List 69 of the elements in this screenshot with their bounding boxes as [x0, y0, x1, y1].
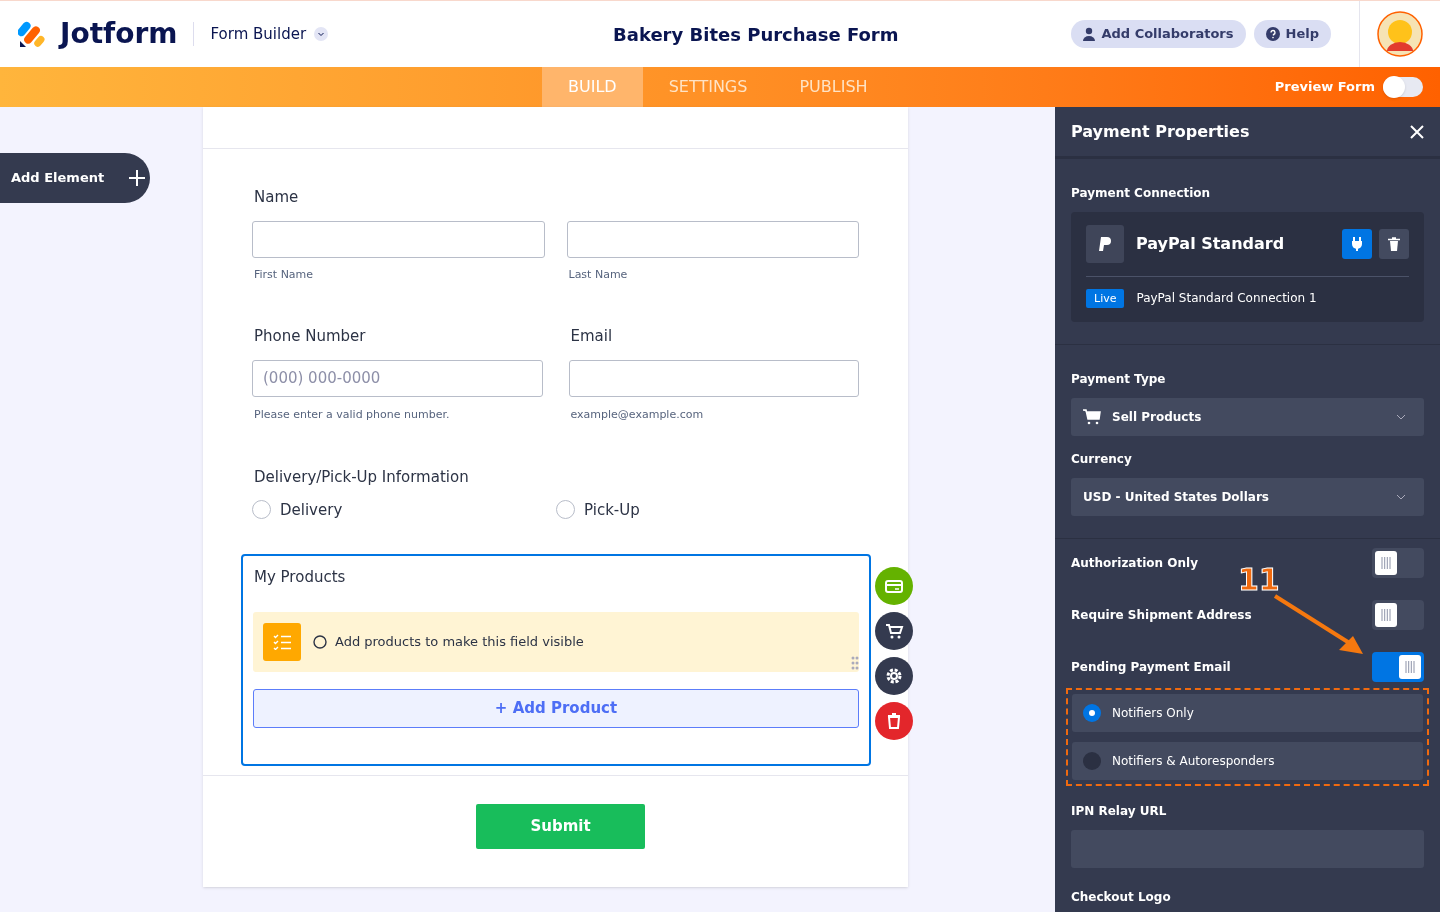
setting-label: Require Shipment Address [1071, 607, 1252, 624]
field-label: Email [570, 326, 614, 347]
drag-handle-icon [851, 655, 859, 670]
close-icon [1410, 124, 1424, 139]
setting-label: Pending Payment Email [1071, 659, 1231, 676]
close-button[interactable] [1410, 124, 1424, 139]
trash-icon [1388, 237, 1400, 251]
delete-connection-button[interactable] [1379, 229, 1409, 259]
checklist-icon [273, 633, 291, 650]
sublabel: example@example.com [570, 406, 705, 423]
cart-icon [884, 621, 904, 641]
chevron-down-icon [1396, 414, 1406, 420]
avatar-icon [1377, 11, 1423, 57]
logo-text: Jotform [60, 16, 178, 52]
email-input[interactable] [568, 359, 859, 397]
currency-dropdown[interactable]: USD - United States Dollars [1071, 478, 1424, 516]
toggle-switch[interactable] [1372, 600, 1424, 630]
panel-title: Payment Properties [1071, 120, 1250, 143]
help-icon [1265, 27, 1280, 41]
gateway-name: PayPal Standard [1136, 233, 1285, 255]
radio-option[interactable]: Pick-Up [556, 498, 640, 521]
person-icon [1083, 27, 1096, 41]
cart-icon [1083, 409, 1101, 425]
sublabel: Please enter a valid phone number. [254, 406, 451, 423]
setting-label: Payment Connection [1071, 185, 1212, 202]
radio-option[interactable]: Delivery [252, 498, 556, 521]
field-label: Delivery/Pick-Up Information [254, 467, 470, 488]
phone-input[interactable]: (000) 000-0000 [252, 359, 543, 397]
preview-form-label: Preview Form [1274, 78, 1375, 97]
preview-toggle[interactable] [1383, 77, 1423, 97]
setting-label: Payment Type [1071, 371, 1167, 388]
toggle-switch[interactable] [1372, 548, 1424, 578]
help-button[interactable]: Help [1253, 20, 1331, 48]
settings-icon [884, 666, 904, 686]
app-menu[interactable]: Form Builder [210, 22, 329, 46]
text-input[interactable] [566, 220, 859, 258]
setting-label: Authorization Only [1071, 555, 1198, 572]
add-product-button[interactable]: + Add Product [253, 688, 859, 728]
connect-button[interactable] [1342, 229, 1372, 259]
empty-circle-icon [313, 634, 327, 649]
jotform-logo-icon [18, 19, 48, 49]
plus-icon [128, 169, 147, 187]
toggle-switch[interactable] [1372, 652, 1424, 682]
step-number: 11 [1238, 565, 1280, 595]
grip-icon [1381, 557, 1391, 569]
field-label: Phone Number [254, 326, 367, 347]
plug-icon [1351, 237, 1363, 251]
sublabel: Last Name [568, 266, 629, 283]
grip-icon [1381, 609, 1391, 621]
field-label: Name [254, 187, 300, 208]
connection-name: PayPal Standard Connection 1 [1136, 290, 1317, 307]
radio-option[interactable]: Notifiers & Autoresponders [1072, 742, 1423, 780]
notice-text: Add products to make this field visible [335, 632, 584, 651]
grip-icon [1405, 661, 1415, 673]
sublabel: First Name [254, 266, 315, 283]
chevron-down-icon [314, 27, 329, 41]
chevron-down-icon [1396, 494, 1406, 500]
setting-label: Checkout Logo [1071, 889, 1172, 906]
add-collaborators-button[interactable]: Add Collaborators [1071, 20, 1246, 48]
add-element-button[interactable]: Add Element [0, 153, 150, 203]
text-input[interactable] [252, 220, 545, 258]
payment-type-dropdown[interactable]: Sell Products [1071, 398, 1424, 436]
field-label: My Products [254, 567, 347, 588]
form-title: Bakery Bites Purchase Form [612, 22, 900, 47]
paypal-icon [1099, 237, 1111, 251]
radio-option[interactable]: Notifiers Only [1072, 694, 1423, 732]
setting-label: IPN Relay URL [1071, 803, 1168, 820]
setting-label: Currency [1071, 451, 1133, 468]
live-badge: Live [1086, 288, 1125, 308]
